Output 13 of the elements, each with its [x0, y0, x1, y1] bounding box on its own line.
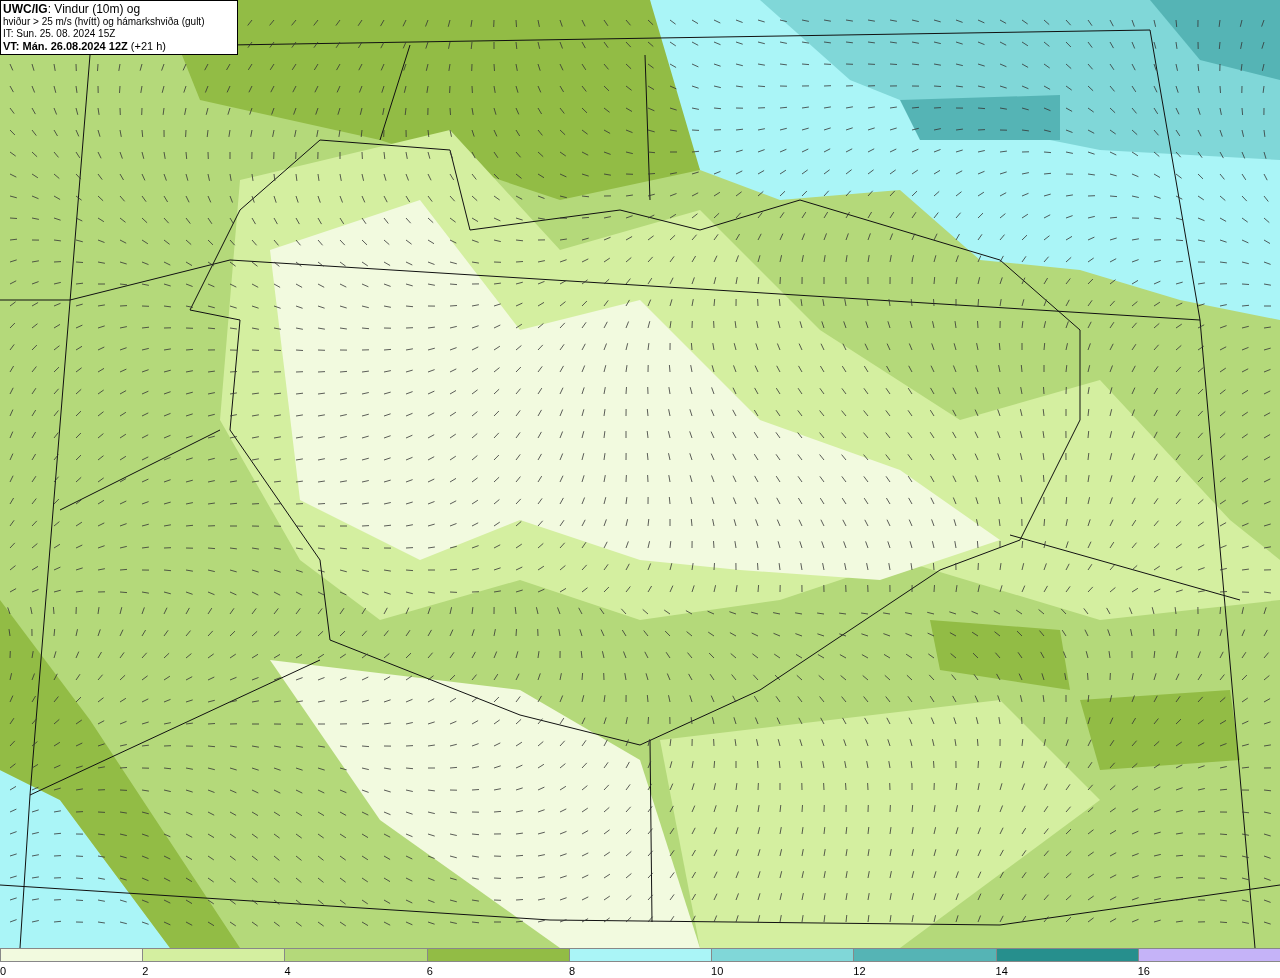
legend-label: 12 [853, 964, 866, 977]
legend-label: 4 [284, 964, 291, 977]
legend-label: 16 [1137, 964, 1150, 977]
legend-label: 2 [142, 964, 149, 977]
info-text: UWC/IG: Vindur (10m) og [3, 3, 142, 16]
info-text: hviður > 25 m/s (hvítt) og hámarkshviða (gult) [3, 16, 206, 28]
legend-label: 14 [995, 964, 1008, 977]
legend-label: 8 [568, 964, 575, 977]
legend-label: 6 [426, 964, 433, 977]
legend-label: 0 [0, 964, 7, 977]
info-text: IT: Sun. 25. 08. 2024 15Z [3, 28, 117, 40]
info-text: VT: Mán. 26.08.2024 12Z (+21 h) [3, 40, 167, 52]
legend-label: 10 [711, 964, 724, 977]
